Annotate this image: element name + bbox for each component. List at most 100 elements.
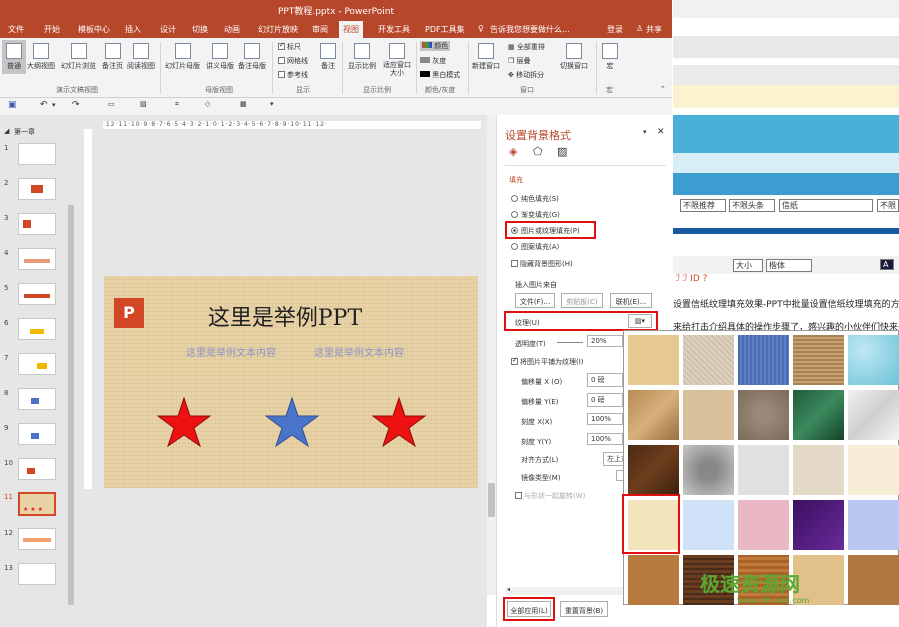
share-button[interactable]: 共享 [646, 24, 662, 35]
slide-thumbnail-4[interactable] [18, 248, 56, 270]
texture-swatch[interactable] [683, 500, 734, 550]
tab-template[interactable]: 模板中心 [78, 24, 110, 35]
arrange-all-button[interactable]: ▦ 全部重排 [508, 42, 545, 52]
pane-options-icon[interactable]: ▾ [643, 128, 647, 136]
tab-view[interactable]: 视图 [339, 21, 363, 38]
undo-dropdown-icon[interactable]: ▾ [52, 101, 56, 109]
move-split-button[interactable]: ✥ 移动拆分 [508, 70, 544, 80]
red-star-shape[interactable] [156, 396, 212, 448]
canvas-scrollbar[interactable] [487, 115, 496, 595]
font-size-select[interactable]: 大小 [733, 259, 763, 272]
slide-title[interactable]: 这里是举例PPT [170, 300, 400, 332]
editor-icons[interactable]: ℐ ℐ ID ? [676, 274, 707, 284]
save-icon[interactable]: ▣ [8, 100, 17, 110]
texture-swatch[interactable] [848, 445, 899, 495]
texture-swatch[interactable] [738, 445, 789, 495]
reading-view-button[interactable]: 阅读视图 [127, 43, 155, 71]
scale-y-input[interactable]: 100% [587, 433, 623, 445]
font-name-select[interactable]: 楷体 [766, 259, 812, 272]
texture-swatch[interactable] [738, 500, 789, 550]
tab-pdf[interactable]: PDF工具集 [425, 24, 465, 35]
scroll-thumb[interactable] [488, 483, 495, 517]
guides-checkbox[interactable]: 参考线 [278, 70, 308, 80]
texture-swatch[interactable] [683, 390, 734, 440]
fit-window-button[interactable]: 适应窗口大小 [381, 43, 413, 77]
normal-view-button[interactable]: 普通 [2, 40, 26, 74]
tell-me-box[interactable]: 告诉我您想要做什么... [490, 24, 570, 35]
slide-sorter-button[interactable]: 幻灯片浏览 [61, 43, 96, 71]
slide-thumbnail-11-selected[interactable]: ★ ★ ★ [18, 492, 56, 516]
tab-slideshow[interactable]: 幻灯片放映 [258, 24, 298, 35]
blue-star-shape[interactable] [264, 396, 320, 448]
vertical-ruler[interactable] [84, 129, 92, 489]
tab-file[interactable]: 文件 [8, 24, 24, 35]
red-star-shape[interactable] [371, 396, 427, 448]
texture-swatch[interactable] [848, 335, 899, 385]
solid-fill-radio[interactable]: 纯色填充(S) [511, 194, 559, 204]
offset-y-input[interactable]: 0 磅 [587, 393, 623, 407]
color-mode-button[interactable]: 颜色 [420, 41, 451, 51]
texture-swatch[interactable] [848, 555, 899, 605]
slide-thumbnail-9[interactable] [18, 423, 56, 445]
new-window-button[interactable]: 新建窗口 [472, 43, 500, 71]
tab-home[interactable]: 开始 [44, 24, 60, 35]
texture-swatch[interactable] [793, 500, 844, 550]
tile-as-texture-checkbox[interactable]: 将图片平铺为纹理(I) [511, 357, 584, 367]
login-link[interactable]: 登录 [607, 24, 623, 35]
scale-x-input[interactable]: 100% [587, 413, 623, 425]
slide-thumbnail-5[interactable] [18, 283, 56, 305]
texture-swatch[interactable] [683, 335, 734, 385]
redo-icon[interactable]: ↷ [72, 100, 80, 110]
filter-more-select[interactable]: 不限 [877, 199, 899, 212]
texture-swatch[interactable] [628, 555, 679, 605]
close-icon[interactable]: ✕ [657, 127, 665, 137]
black-white-button[interactable]: 黑白模式 [420, 70, 460, 80]
slide-thumbnail-12[interactable] [18, 528, 56, 550]
clipboard-button[interactable]: 剪贴板(C) [561, 293, 603, 308]
tab-transitions[interactable]: 切换 [192, 24, 208, 35]
scroll-thumb[interactable] [68, 205, 74, 605]
powerpoint-logo-icon[interactable]: P [114, 298, 144, 328]
texture-swatch[interactable] [738, 390, 789, 440]
text-color-icon[interactable]: A [880, 259, 894, 270]
texture-swatch[interactable] [628, 445, 679, 495]
notes-page-button[interactable]: 备注页 [102, 43, 123, 71]
section-collapse-icon[interactable]: ◢ [4, 127, 9, 135]
table-icon[interactable]: ▦ [240, 100, 247, 108]
fill-section-header[interactable]: 填充 [509, 175, 523, 185]
offset-x-input[interactable]: 0 磅 [587, 373, 623, 387]
image-icon[interactable]: ▨ [140, 100, 147, 108]
gridlines-checkbox[interactable]: 网格线 [278, 56, 308, 66]
slide-thumbnail-10[interactable] [18, 458, 56, 480]
filter-headline-select[interactable]: 不限头条 [729, 199, 775, 212]
pattern-fill-radio[interactable]: 图案填充(A) [511, 242, 559, 252]
transparency-input[interactable]: 20% [587, 335, 623, 347]
macros-button[interactable]: 宏 [602, 43, 618, 71]
shapes-icon[interactable]: ◇ [205, 100, 210, 108]
undo-icon[interactable]: ↶ [40, 100, 48, 110]
texture-swatch[interactable] [628, 390, 679, 440]
texture-swatch[interactable] [793, 390, 844, 440]
slide-thumbnail-7[interactable] [18, 353, 56, 375]
scroll-left-icon[interactable]: ◂ [507, 586, 510, 593]
thumbnails-scrollbar[interactable] [66, 115, 76, 627]
online-button[interactable]: 联机(E)... [610, 293, 652, 308]
filter-recommend-select[interactable]: 不限推荐 [680, 199, 726, 212]
hide-background-graphics-checkbox[interactable]: 隐藏背景图形(H) [511, 259, 573, 269]
slide-thumbnail-1[interactable] [18, 143, 56, 165]
crop-icon[interactable]: ⌗ [175, 100, 179, 109]
transparency-slider[interactable] [557, 342, 583, 343]
slide-subtitle-left[interactable]: 这里是举例文本内容 [186, 344, 276, 359]
gradient-fill-radio[interactable]: 渐变填充(G) [511, 210, 560, 220]
slide-thumbnail-2[interactable] [18, 178, 56, 200]
grayscale-button[interactable]: 灰度 [420, 56, 446, 66]
reset-background-button[interactable]: 重置背景(B) [560, 601, 608, 617]
file-button[interactable]: 文件(F)... [515, 293, 555, 308]
switch-window-button[interactable]: 切换窗口 [560, 43, 588, 71]
tab-design[interactable]: 设计 [160, 24, 176, 35]
slide-thumbnail-13[interactable] [18, 563, 56, 585]
slide-thumbnail-8[interactable] [18, 388, 56, 410]
texture-swatch[interactable] [848, 500, 899, 550]
search-keyword-input[interactable]: 信纸 [779, 199, 873, 212]
section-title[interactable]: 第一章 [14, 127, 35, 137]
